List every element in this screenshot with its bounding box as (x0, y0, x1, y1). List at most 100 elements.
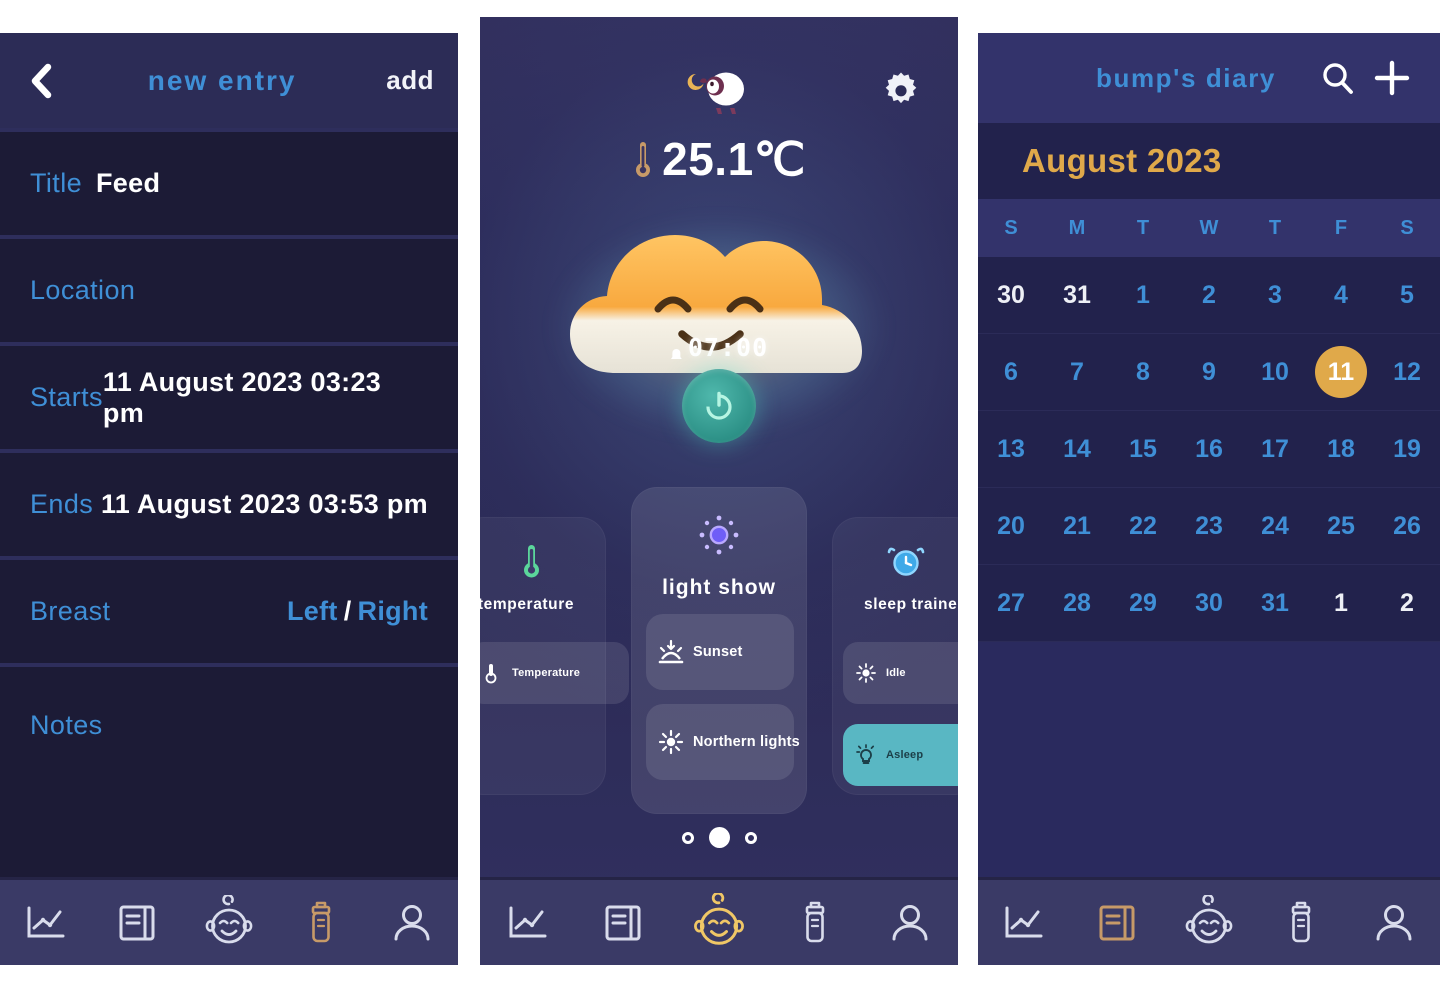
nav-stats[interactable] (988, 893, 1060, 953)
nav-feed[interactable] (779, 893, 851, 953)
breast-option-right[interactable]: Right (358, 596, 428, 626)
calendar-day[interactable]: 8 (1110, 334, 1176, 410)
calendar-day[interactable]: 24 (1242, 488, 1308, 564)
nav-profile[interactable] (1358, 893, 1430, 953)
bottle-icon (805, 901, 824, 942)
ends-datetime-value[interactable]: 11 August 2023 03:53 pm (101, 489, 428, 520)
nav-stats[interactable] (10, 893, 82, 953)
nav-diary[interactable] (1081, 893, 1153, 953)
form-row-breast[interactable]: Breast Left / Right (0, 556, 458, 663)
nav-baby[interactable] (193, 893, 265, 953)
calendar-day[interactable]: 29 (1110, 565, 1176, 641)
calendar-day[interactable]: 25 (1308, 488, 1374, 564)
plus-icon[interactable] (1372, 58, 1412, 98)
calendar-day[interactable]: 26 (1374, 488, 1440, 564)
calendar-grid[interactable]: 30 31 1 2 3 4 5 6 7 8 9 10 11 12 13 14 1… (978, 257, 1440, 642)
starts-datetime-value[interactable]: 11 August 2023 03:23 pm (103, 367, 428, 429)
carousel-pagination[interactable] (480, 827, 958, 848)
calendar-day[interactable]: 30 (1176, 565, 1242, 641)
nav-feed[interactable] (285, 893, 357, 953)
nav-baby[interactable] (683, 892, 755, 953)
bottom-navigation (0, 877, 458, 965)
calendar-day[interactable]: 9 (1176, 334, 1242, 410)
diary-calendar-screen: bump's diary August 2023 S M T W T F S 3… (978, 33, 1440, 965)
pager-dot-3[interactable] (744, 831, 757, 844)
card-temperature[interactable]: temperature Temperature (480, 517, 629, 795)
calendar-day[interactable]: 7 (1044, 334, 1110, 410)
breast-option-left[interactable]: Left (287, 596, 338, 626)
page-title: new entry (147, 64, 297, 96)
calendar-day[interactable]: 3 (1242, 257, 1308, 333)
nav-profile[interactable] (874, 893, 946, 953)
calendar-day[interactable]: 28 (1044, 565, 1110, 641)
pager-dot-1[interactable] (681, 831, 694, 844)
calendar-day[interactable]: 12 (1374, 334, 1440, 410)
baby-icon (205, 894, 253, 943)
calendar-day[interactable]: 17 (1242, 411, 1308, 487)
calendar-day[interactable]: 6 (978, 334, 1044, 410)
power-button[interactable] (682, 369, 756, 443)
calendar-day[interactable]: 1 (1110, 257, 1176, 333)
journal-icon (1099, 905, 1135, 940)
chart-icon (27, 906, 65, 937)
form-row-location[interactable]: Location (0, 235, 458, 342)
nav-feed[interactable] (1265, 893, 1337, 953)
calendar-day[interactable]: 19 (1374, 411, 1440, 487)
power-icon (706, 391, 732, 420)
bottom-navigation (480, 877, 958, 965)
card-light-show[interactable]: light show Sunset Northern lights (631, 487, 807, 814)
calendar-day[interactable]: 31 (1044, 257, 1110, 333)
form-row-ends[interactable]: Ends 11 August 2023 03:53 pm (0, 449, 458, 556)
pager-dot-2[interactable] (708, 827, 730, 848)
calendar-day[interactable]: 13 (978, 411, 1044, 487)
option-asleep[interactable]: Asleep (843, 724, 958, 786)
calendar-day[interactable]: 18 (1308, 411, 1374, 487)
weekday-label: M (1068, 216, 1086, 239)
calendar-day[interactable]: 22 (1110, 488, 1176, 564)
nav-baby[interactable] (1173, 893, 1245, 953)
option-temperature[interactable]: Temperature (480, 642, 629, 704)
form-row-title[interactable]: Title Feed (0, 128, 458, 235)
gear-icon[interactable] (880, 67, 922, 109)
month-label: August 2023 (1022, 142, 1222, 179)
person-icon (1376, 904, 1412, 940)
form-row-starts[interactable]: Starts 11 August 2023 03:23 pm (0, 342, 458, 449)
calendar-day[interactable]: 20 (978, 488, 1044, 564)
month-header[interactable]: August 2023 (978, 123, 1440, 199)
calendar-day[interactable]: 16 (1176, 411, 1242, 487)
calendar-day[interactable]: 23 (1176, 488, 1242, 564)
nav-diary[interactable] (587, 893, 659, 953)
breast-side-selector[interactable]: Left / Right (287, 596, 428, 627)
calendar-day[interactable]: 15 (1110, 411, 1176, 487)
option-sunset[interactable]: Sunset (646, 614, 794, 690)
nav-diary[interactable] (101, 893, 173, 953)
form-row-notes[interactable]: Notes (0, 663, 458, 783)
calendar-day-selected[interactable]: 11 (1308, 334, 1374, 410)
calendar-day[interactable]: 4 (1308, 257, 1374, 333)
chevron-left-icon[interactable] (24, 61, 58, 101)
baby-icon (694, 892, 744, 945)
option-northern-lights[interactable]: Northern lights (646, 704, 800, 780)
calendar-day[interactable]: 31 (1242, 565, 1308, 641)
device-feature-carousel[interactable]: temperature Temperature light show Sunse… (480, 487, 958, 817)
calendar-day[interactable]: 2 (1176, 257, 1242, 333)
card-sleep-trainer[interactable]: sleep trainer Idle Asleep (832, 517, 958, 795)
journal-icon (605, 905, 641, 940)
nav-profile[interactable] (376, 893, 448, 953)
option-idle[interactable]: Idle (843, 642, 958, 704)
search-icon[interactable] (1318, 58, 1358, 98)
calendar-day[interactable]: 14 (1044, 411, 1110, 487)
screenshot-stage: new entry add Title Feed Location Starts… (0, 0, 1440, 983)
calendar-day[interactable]: 21 (1044, 488, 1110, 564)
nav-stats[interactable] (492, 893, 564, 953)
add-button[interactable]: add (386, 65, 434, 96)
title-input-value[interactable]: Feed (96, 168, 160, 199)
field-label: Ends (30, 489, 94, 519)
calendar-day[interactable]: 27 (978, 565, 1044, 641)
calendar-day[interactable]: 10 (1242, 334, 1308, 410)
calendar-day[interactable]: 1 (1308, 565, 1374, 641)
calendar-day[interactable]: 5 (1374, 257, 1440, 333)
calendar-day[interactable]: 2 (1374, 565, 1440, 641)
calendar-day[interactable]: 30 (978, 257, 1044, 333)
smiling-cloud-icon[interactable]: 07:00 (554, 197, 884, 447)
